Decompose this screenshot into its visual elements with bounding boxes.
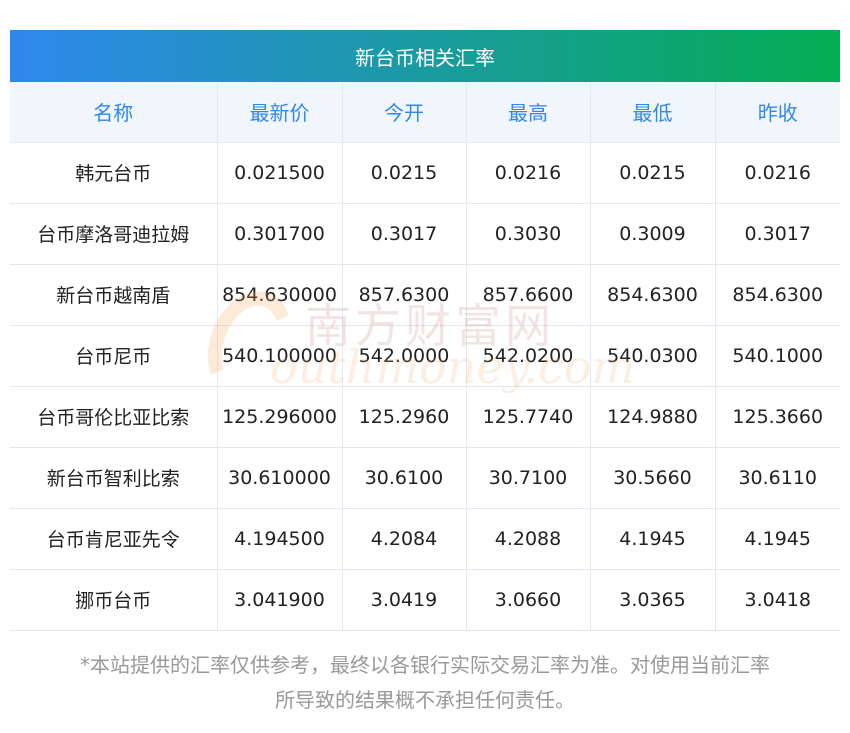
disclaimer: *本站提供的汇率仅供参考，最终以各银行实际交易汇率为准。对使用当前汇率 所导致的… — [0, 648, 850, 718]
table-title: 新台币相关汇率 — [10, 30, 840, 82]
currency-pair-name: 韩元台币 — [10, 142, 218, 204]
rate-cell: 540.0300 — [590, 325, 716, 387]
rate-cell: 0.0215 — [590, 142, 716, 204]
currency-pair-name: 台币肯尼亚先令 — [10, 508, 218, 570]
rate-cell: 0.3009 — [590, 203, 716, 265]
column-header: 名称 — [10, 82, 218, 143]
table-row: 挪币台币 3.041900 3.0419 3.0660 3.0365 3.0418 — [10, 569, 840, 631]
rate-cell: 30.5660 — [590, 447, 716, 509]
rate-cell: 4.2084 — [342, 508, 467, 570]
rate-cell: 4.194500 — [217, 508, 343, 570]
rate-cell: 540.100000 — [217, 325, 343, 387]
currency-pair-name: 挪币台币 — [10, 569, 218, 631]
table-row: 新台币智利比索 30.610000 30.6100 30.7100 30.5660 30.… — [10, 447, 840, 509]
rate-cell: 0.3017 — [715, 203, 840, 265]
rate-cell: 125.3660 — [715, 386, 840, 448]
rate-cell: 0.0216 — [466, 142, 591, 204]
rate-cell: 125.7740 — [466, 386, 591, 448]
rate-cell: 30.6100 — [342, 447, 467, 509]
table-row: 新台币越南盾 854.630000 857.6300 857.6600 854.6300… — [10, 264, 840, 326]
rate-cell: 4.2088 — [466, 508, 591, 570]
currency-pair-name: 新台币越南盾 — [10, 264, 218, 326]
rate-cell: 3.0365 — [590, 569, 716, 631]
rate-cell: 542.0000 — [342, 325, 467, 387]
column-header: 最新价 — [217, 82, 343, 143]
rate-cell: 3.0418 — [715, 569, 840, 631]
rate-cell: 4.1945 — [590, 508, 716, 570]
rate-table: 名称 最新价 今开 最高 最低 昨收 韩元台币 0.021500 0.0215 0.0216 0.… — [10, 82, 840, 631]
rate-cell: 542.0200 — [466, 325, 591, 387]
column-header: 最低 — [590, 82, 716, 143]
disclaimer-line-2: 所导致的结果概不承担任何责任。 — [275, 688, 575, 712]
rate-cell: 30.7100 — [466, 447, 591, 509]
rate-cell: 0.301700 — [217, 203, 343, 265]
rate-cell: 857.6600 — [466, 264, 591, 326]
table-row: 台币肯尼亚先令 4.194500 4.2084 4.2088 4.1945 4.1945 — [10, 508, 840, 570]
table-row: 台币哥伦比亚比索 125.296000 125.2960 125.7740 124.98… — [10, 386, 840, 448]
rate-cell: 0.021500 — [217, 142, 343, 204]
rate-cell: 3.0660 — [466, 569, 591, 631]
table-row: 韩元台币 0.021500 0.0215 0.0216 0.0215 0.0216 — [10, 142, 840, 204]
table-row: 台币尼币 540.100000 542.0000 542.0200 540.0300 54… — [10, 325, 840, 387]
rate-cell: 854.630000 — [217, 264, 343, 326]
rate-cell: 0.0216 — [715, 142, 840, 204]
rate-cell: 30.6110 — [715, 447, 840, 509]
rate-cell: 30.610000 — [217, 447, 343, 509]
rate-cell: 3.0419 — [342, 569, 467, 631]
header-row: 名称 最新价 今开 最高 最低 昨收 — [10, 82, 840, 143]
rate-cell: 540.1000 — [715, 325, 840, 387]
column-header: 昨收 — [715, 82, 840, 143]
disclaimer-line-1: *本站提供的汇率仅供参考，最终以各银行实际交易汇率为准。对使用当前汇率 — [80, 653, 770, 677]
rate-cell: 0.3017 — [342, 203, 467, 265]
rate-cell: 854.6300 — [590, 264, 716, 326]
column-header: 最高 — [466, 82, 591, 143]
currency-pair-name: 台币摩洛哥迪拉姆 — [10, 203, 218, 265]
rate-table-card: 新台币相关汇率 名称 最新价 今开 最高 最低 昨收 韩元台币 0.021500 0.0215… — [10, 30, 840, 631]
column-header: 今开 — [342, 82, 467, 143]
rate-cell: 857.6300 — [342, 264, 467, 326]
rate-cell: 0.3030 — [466, 203, 591, 265]
table-row: 台币摩洛哥迪拉姆 0.301700 0.3017 0.3030 0.3009 0.3017 — [10, 203, 840, 265]
rate-cell: 124.9880 — [590, 386, 716, 448]
rate-cell: 0.0215 — [342, 142, 467, 204]
rate-cell: 3.041900 — [217, 569, 343, 631]
currency-pair-name: 台币尼币 — [10, 325, 218, 387]
currency-pair-name: 台币哥伦比亚比索 — [10, 386, 218, 448]
rate-cell: 854.6300 — [715, 264, 840, 326]
rate-cell: 4.1945 — [715, 508, 840, 570]
rate-cell: 125.296000 — [217, 386, 343, 448]
currency-pair-name: 新台币智利比索 — [10, 447, 218, 509]
rate-cell: 125.2960 — [342, 386, 467, 448]
